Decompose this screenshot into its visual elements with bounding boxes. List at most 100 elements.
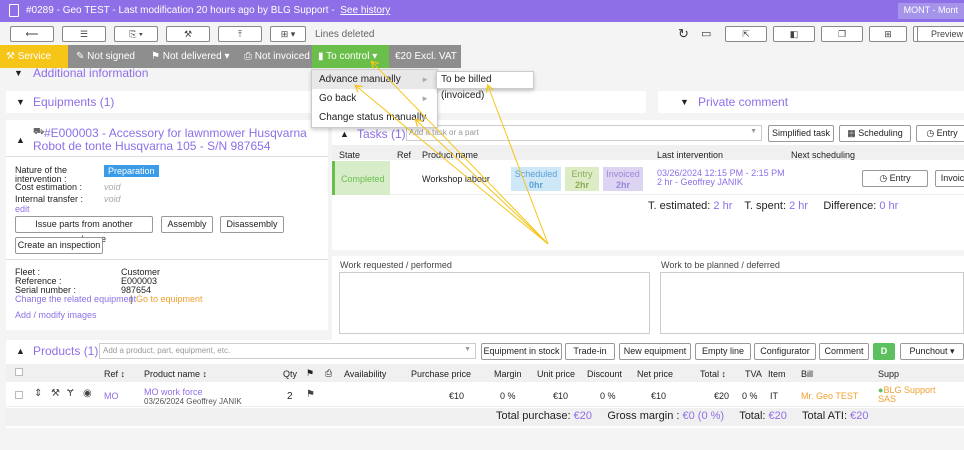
equipment-stock-button[interactable]: Equipment in stock <box>481 343 562 360</box>
scheduling-button[interactable]: ▦ Scheduling <box>839 125 911 142</box>
eye-icon[interactable]: ◉ <box>83 388 92 399</box>
refresh-icon[interactable]: ↻ <box>678 26 689 42</box>
go-to-equipment-link[interactable]: Go to equipment <box>136 294 203 304</box>
menu-item-advance[interactable]: Advance manually ► <box>312 70 437 89</box>
row-product-name[interactable]: MO work force <box>144 387 203 397</box>
task-entry-button[interactable]: ◷ Entry <box>862 170 928 187</box>
assembly-button[interactable]: Assembly <box>161 216 213 233</box>
row-margin: 0 % <box>500 391 516 401</box>
tasks-title[interactable]: Tasks (1) <box>357 127 406 141</box>
collapse-up-triangle-icon[interactable]: ▲ <box>16 135 25 145</box>
punchout-button[interactable]: Punchout ▾ <box>900 343 964 360</box>
row-checkbox[interactable] <box>15 391 23 399</box>
collapse-up-triangle-icon[interactable]: ▲ <box>16 346 25 356</box>
menu-item-change-status[interactable]: Change status manually ► <box>312 108 437 127</box>
products-title[interactable]: Products (1) <box>33 344 98 358</box>
equipments-title[interactable]: Equipments (1) <box>33 95 114 109</box>
disassembly-button[interactable]: Disassembly <box>220 216 284 233</box>
tools-icon[interactable]: ⚒ <box>51 388 60 399</box>
row-discount[interactable]: 0 % <box>600 391 616 401</box>
nature-badge[interactable]: Preparation <box>104 165 159 177</box>
row-bill[interactable]: Mr. Geo TEST <box>801 391 858 401</box>
row-unit-price[interactable]: €10 <box>553 391 568 401</box>
collapse-triangle-icon[interactable]: ▼ <box>14 68 23 78</box>
chevron-down-icon: ▼ <box>750 128 757 135</box>
menu-item-go-back[interactable]: Go back ► <box>312 89 437 108</box>
chevron-right-icon: ► <box>421 75 429 84</box>
products-totals: Total purchase: €20 Gross margin : €0 (0… <box>496 410 869 422</box>
submenu-to-be-billed[interactable]: To be billed (invoiced) <box>436 71 534 101</box>
equipment-title-line2[interactable]: Robot de tonte Husqvarna 105 - S/N 98765… <box>33 139 271 153</box>
new-equipment-button[interactable]: New equipment <box>619 343 691 360</box>
scheduled-pill: Scheduled 0hr <box>511 167 561 191</box>
list-button[interactable]: ☰ <box>62 26 106 42</box>
work-requested-textarea[interactable] <box>339 272 650 334</box>
task-name[interactable]: Workshop labour <box>422 174 490 184</box>
row-ref[interactable]: MO <box>104 391 119 401</box>
create-inspection-button[interactable]: Create an inspection <box>15 237 103 254</box>
row-product-sub: 03/26/2024 Geoffrey JANIK <box>144 397 242 406</box>
col-product-name[interactable]: Product name ↕ <box>144 369 207 379</box>
col-tva: TVA <box>745 369 762 379</box>
status-not-signed[interactable]: ✎ Not signed <box>70 45 140 68</box>
delivery-icon: ⚑ <box>306 389 315 400</box>
dark-toggle-button[interactable]: ◧ <box>773 26 815 42</box>
collapse-triangle-icon[interactable]: ▼ <box>680 97 689 107</box>
back-button[interactable]: ⟵ <box>10 26 54 42</box>
simplified-task-button[interactable]: Simplified task <box>768 125 834 142</box>
edit-link[interactable]: edit <box>15 204 30 214</box>
preview-button[interactable]: Preview <box>917 26 964 42</box>
work-planned-textarea[interactable] <box>660 272 964 334</box>
company-badge[interactable]: MONT - Mont <box>897 3 964 19</box>
col-product-name: Product name <box>422 150 479 160</box>
comment-button[interactable]: Comment <box>819 343 869 360</box>
issue-parts-button[interactable]: Issue parts from another warehouse <box>15 216 153 244</box>
row-supp[interactable]: ●BLG Support SAS <box>878 386 940 404</box>
task-invoice-button[interactable]: Invoice <box>935 170 964 187</box>
monitor-icon[interactable]: ▭ <box>701 27 711 40</box>
copy-icon: ❐ <box>837 29 847 39</box>
collapse-up-triangle-icon[interactable]: ▲ <box>340 129 349 139</box>
cost-label: Cost estimation : <box>15 182 83 192</box>
row-qty[interactable]: 2 <box>287 391 293 402</box>
task-search-input[interactable]: Add a task or a part ▼ <box>406 125 762 141</box>
status-service[interactable]: ⚒ Service <box>0 45 68 68</box>
d-button[interactable]: D <box>873 343 895 360</box>
select-all-checkbox[interactable] <box>15 368 23 376</box>
additional-info-title[interactable]: Additional information <box>33 66 148 80</box>
actions-dropdown-button[interactable]: ⎘ ▾ <box>114 26 158 42</box>
col-total[interactable]: Total ↕ <box>700 369 726 379</box>
product-search-placeholder: Add a product, part, equipment, etc. <box>103 346 231 355</box>
empty-line-button[interactable]: Empty line <box>695 343 751 360</box>
tools-button[interactable]: ⚒ <box>166 26 210 42</box>
configurator-button[interactable]: Configurator <box>754 343 816 360</box>
col-last-intervention: Last intervention <box>657 150 724 160</box>
status-not-delivered[interactable]: ⚑ Not delivered ▾ <box>145 45 241 68</box>
upload-button[interactable]: ⤒ <box>218 26 262 42</box>
private-comment-title[interactable]: Private comment <box>698 95 788 109</box>
split-dropdown-button[interactable]: ⊞ ▾ <box>270 26 306 42</box>
last-intervention-line2[interactable]: 2 hr - Geoffrey JANIK <box>657 177 743 187</box>
col-discount: Discount <box>587 369 623 379</box>
row-purchase-price: €10 <box>449 391 465 401</box>
trade-in-button[interactable]: Trade-in <box>565 343 615 360</box>
status-to-control[interactable]: ▮ To control ▾ <box>312 45 389 68</box>
copy-button[interactable]: ❐ <box>821 26 863 42</box>
collapse-triangle-icon[interactable]: ▼ <box>16 97 25 107</box>
delivery-icon: ⚑ <box>151 51 163 62</box>
status-not-invoiced[interactable]: ⎙ Not invoiced <box>238 45 312 68</box>
mower-icon: ⛟ <box>33 126 45 136</box>
status-amount: €20 Excl. VAT <box>389 45 461 68</box>
drag-handle-icon[interactable]: ⇕ <box>34 388 42 399</box>
fork-icon[interactable]: Ɏ <box>67 388 74 399</box>
col-ref[interactable]: Ref ↕ <box>104 369 125 379</box>
export-button[interactable]: ⇱ <box>725 26 767 42</box>
merge-button[interactable]: ⊞ <box>869 26 907 42</box>
product-search-input[interactable]: Add a product, part, equipment, etc. ▼ <box>99 343 476 359</box>
see-history-link[interactable]: See history <box>340 5 390 16</box>
entry-button[interactable]: ◷ Entry <box>916 125 964 142</box>
change-equipment-link[interactable]: Change the related equipment <box>15 294 136 304</box>
col-unit-price: Unit price <box>537 369 576 379</box>
add-images-link[interactable]: Add / modify images <box>15 310 97 320</box>
equipment-title-line1[interactable]: #E000003 - Accessory for lawnmower Husqv… <box>44 126 307 140</box>
